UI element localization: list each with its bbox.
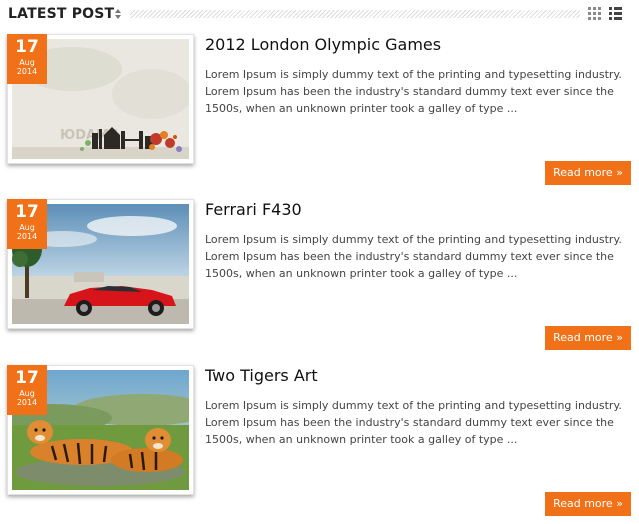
date-day: 17 — [15, 37, 39, 57]
post-item: ЮDAMS 17 Aug 2014 2012 London Olympic Ga… — [0, 32, 639, 192]
grid-view-icon[interactable] — [588, 7, 601, 20]
read-more-button[interactable]: Read more » — [545, 492, 631, 516]
sort-arrows-icon[interactable] — [114, 8, 122, 20]
section-title: LATEST POST — [8, 6, 115, 22]
read-more-button[interactable]: Read more » — [545, 161, 631, 185]
date-month: Aug — [19, 389, 35, 398]
post-excerpt: Lorem Ipsum is simply dummy text of the … — [205, 233, 622, 280]
date-badge: 17 Aug 2014 — [7, 365, 47, 415]
list-view-icon[interactable] — [609, 7, 622, 20]
post-title[interactable]: Two Tigers Art — [205, 366, 318, 386]
date-month: Aug — [19, 223, 35, 232]
post-item: 17 Aug 2014 Ferrari F430 Lorem Ipsum is … — [0, 197, 639, 357]
date-badge: 17 Aug 2014 — [7, 199, 47, 249]
post-excerpt: Lorem Ipsum is simply dummy text of the … — [205, 399, 622, 446]
read-more-button[interactable]: Read more » — [545, 326, 631, 350]
date-day: 17 — [15, 368, 39, 388]
date-year: 2014 — [16, 398, 38, 407]
post-title[interactable]: 2012 London Olympic Games — [205, 35, 441, 55]
date-month: Aug — [19, 58, 35, 67]
date-year: 2014 — [16, 67, 38, 76]
header-divider — [130, 10, 580, 18]
post-excerpt: Lorem Ipsum is simply dummy text of the … — [205, 68, 622, 115]
date-year: 2014 — [16, 232, 38, 241]
date-day: 17 — [15, 202, 39, 222]
post-title[interactable]: Ferrari F430 — [205, 200, 302, 220]
post-item: 17 Aug 2014 Two Tigers Art Lorem Ipsum i… — [0, 363, 639, 523]
section-header: LATEST POST — [0, 0, 639, 28]
date-badge: 17 Aug 2014 — [7, 34, 47, 84]
